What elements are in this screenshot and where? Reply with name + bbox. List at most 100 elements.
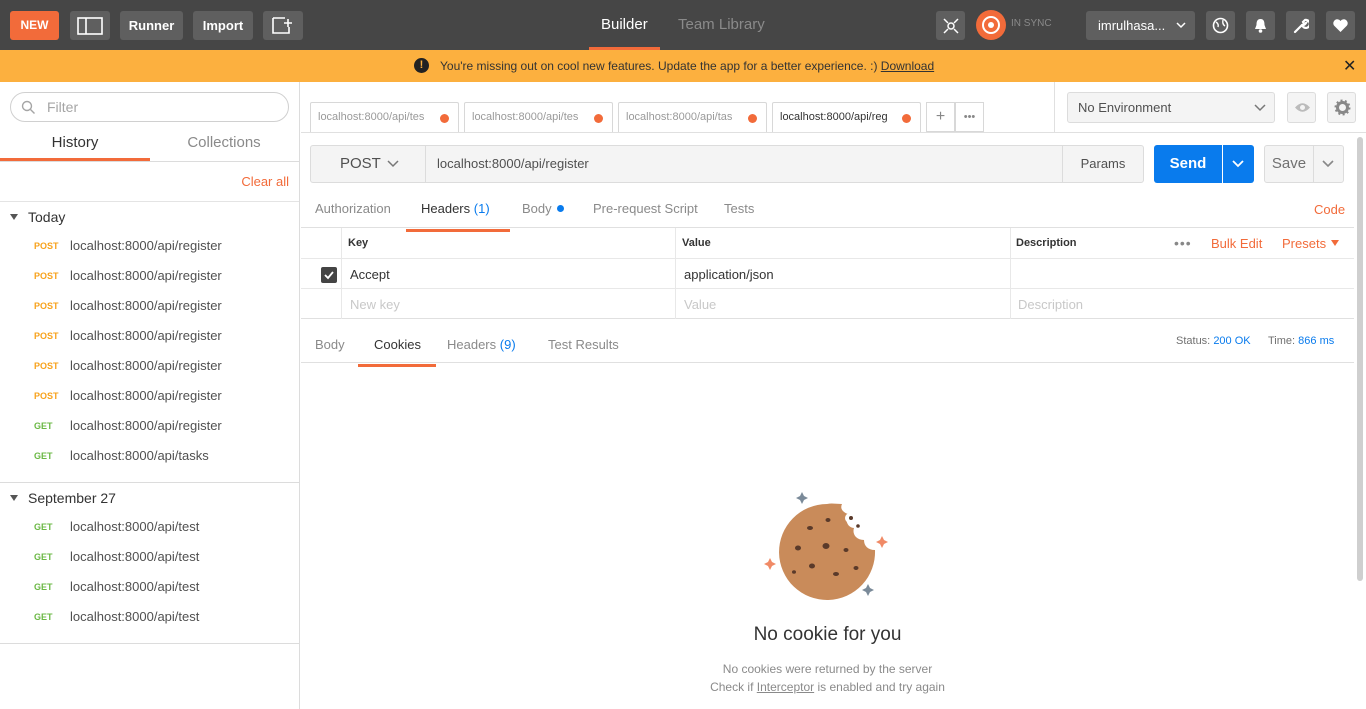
save-dropdown-button[interactable] — [1313, 145, 1344, 183]
request-tab[interactable]: localhost:8000/api/tas — [618, 102, 767, 132]
banner-close-icon[interactable]: ✕ — [1343, 56, 1356, 76]
method-badge: GET — [34, 612, 53, 622]
new-value-input[interactable]: Value — [684, 297, 716, 312]
tab-collections[interactable]: Collections — [149, 126, 299, 161]
environment-select[interactable]: No Environment — [1067, 92, 1275, 123]
favorite-button[interactable] — [1326, 11, 1355, 40]
request-tab[interactable]: localhost:8000/api/tes — [464, 102, 613, 132]
header-key-field[interactable]: Accept — [350, 267, 390, 282]
url-input[interactable]: localhost:8000/api/register — [426, 145, 1063, 183]
history-item[interactable]: POST localhost:8000/api/register — [0, 291, 299, 321]
time-value[interactable]: 866 ms — [1298, 335, 1334, 347]
request-tab[interactable]: localhost:8000/api/tes — [310, 102, 459, 132]
method-badge: POST — [34, 331, 59, 341]
save-button[interactable]: Save — [1264, 145, 1314, 183]
generate-code-link[interactable]: Code — [1314, 202, 1345, 217]
new-tab-button[interactable]: + — [926, 102, 955, 132]
history-item-url: localhost:8000/api/register — [70, 268, 222, 283]
header-enabled-checkbox[interactable] — [321, 267, 337, 283]
divider — [301, 258, 1354, 259]
main-scrollbar[interactable] — [1357, 137, 1363, 581]
send-button[interactable]: Send — [1154, 145, 1222, 183]
runner-button[interactable]: Runner — [120, 11, 183, 40]
empty-state-title: No cookie for you — [753, 624, 902, 645]
user-menu-button[interactable]: imrulhasa... — [1086, 11, 1195, 40]
request-tab-label: localhost:8000/api/tes — [318, 111, 425, 123]
download-link[interactable]: Download — [881, 59, 934, 73]
response-tab-body[interactable]: Body — [315, 337, 345, 369]
more-options-icon[interactable]: ••• — [1174, 235, 1192, 251]
history-item[interactable]: POST localhost:8000/api/register — [0, 261, 299, 291]
history-item[interactable]: POST localhost:8000/api/register — [0, 381, 299, 411]
method-select[interactable]: POST — [310, 145, 426, 183]
globe-button[interactable] — [1206, 11, 1235, 40]
interceptor-link[interactable]: Interceptor — [757, 680, 814, 694]
caret-down-icon — [10, 495, 18, 501]
history-group-header[interactable]: September 27 — [10, 490, 116, 506]
satellite-icon — [943, 18, 959, 34]
method-badge: POST — [34, 301, 59, 311]
body-indicator-dot-icon — [556, 205, 564, 212]
new-key-input[interactable]: New key — [350, 297, 400, 312]
tab-history[interactable]: History — [0, 126, 150, 161]
notifications-button[interactable] — [1246, 11, 1275, 40]
filter-field[interactable] — [10, 92, 289, 122]
bulk-edit-button[interactable]: Bulk Edit — [1211, 236, 1262, 251]
request-tab-label: localhost:8000/api/reg — [780, 111, 888, 123]
new-button[interactable]: NEW — [10, 11, 59, 40]
history-item-url: localhost:8000/api/test — [70, 579, 200, 594]
unsaved-dot-icon — [594, 114, 603, 123]
response-tab-cookies[interactable]: Cookies — [358, 337, 436, 369]
params-button[interactable]: Params — [1062, 145, 1144, 183]
response-tab-test-results[interactable]: Test Results — [548, 337, 619, 369]
history-item-url: localhost:8000/api/tasks — [70, 448, 209, 463]
sidebar: History Collections Clear all Today POST… — [0, 82, 300, 709]
history-item[interactable]: GET localhost:8000/api/test — [0, 602, 299, 632]
settings-button[interactable] — [1286, 11, 1315, 40]
send-dropdown-button[interactable] — [1223, 145, 1254, 183]
top-toolbar: NEW Runner Import Builder Team Library I… — [0, 0, 1366, 50]
tab-team-library[interactable]: Team Library — [678, 0, 765, 50]
empty-state-message: No cookies were returned by the server — [722, 662, 933, 676]
environment-quick-look-button[interactable] — [1287, 92, 1316, 123]
response-tab-headers[interactable]: Headers (9) — [447, 337, 516, 369]
header-value-field[interactable]: application/json — [684, 267, 774, 282]
history-item[interactable]: POST localhost:8000/api/register — [0, 321, 299, 351]
filter-input[interactable] — [47, 99, 267, 115]
history-item[interactable]: GET localhost:8000/api/test — [0, 542, 299, 572]
status-value[interactable]: 200 OK — [1213, 335, 1250, 347]
history-group-title: September 27 — [28, 490, 116, 506]
bell-icon — [1255, 19, 1266, 33]
history-item-url: localhost:8000/api/test — [70, 549, 200, 564]
new-window-button[interactable] — [263, 11, 303, 40]
sync-button[interactable] — [976, 10, 1006, 40]
banner-text: You're missing out on cool new features.… — [440, 59, 881, 73]
new-description-input[interactable]: Description — [1018, 297, 1083, 312]
manage-environments-button[interactable] — [1327, 92, 1356, 123]
headers-table: Key Value Description ••• Bulk Edit Pres… — [301, 227, 1354, 319]
import-button[interactable]: Import — [193, 11, 253, 40]
divider — [0, 482, 299, 483]
request-tab-active[interactable]: localhost:8000/api/reg — [772, 102, 921, 132]
history-item[interactable]: GET localhost:8000/api/test — [0, 572, 299, 602]
history-item-url: localhost:8000/api/register — [70, 418, 222, 433]
sidebar-toggle-button[interactable] — [70, 11, 110, 40]
presets-button[interactable]: Presets — [1282, 236, 1340, 251]
method-badge: GET — [34, 421, 53, 431]
interceptor-button[interactable] — [936, 11, 965, 40]
history-item[interactable]: GET localhost:8000/api/tasks — [0, 441, 299, 471]
tab-options-button[interactable]: ••• — [955, 102, 984, 132]
history-item[interactable]: GET localhost:8000/api/test — [0, 512, 299, 542]
history-item[interactable]: GET localhost:8000/api/register — [0, 411, 299, 441]
sidebar-tabs: History Collections — [0, 126, 299, 162]
history-item[interactable]: POST localhost:8000/api/register — [0, 351, 299, 381]
clear-all-button[interactable]: Clear all — [241, 174, 289, 189]
divider — [675, 228, 676, 319]
history-group-title: Today — [28, 209, 66, 225]
chevron-down-icon — [1232, 160, 1244, 168]
tab-builder[interactable]: Builder — [589, 0, 660, 50]
history-item[interactable]: POST localhost:8000/api/register — [0, 231, 299, 261]
unsaved-dot-icon — [902, 114, 911, 123]
history-group-header[interactable]: Today — [10, 209, 65, 225]
sync-status: IN SYNC — [1011, 18, 1052, 29]
